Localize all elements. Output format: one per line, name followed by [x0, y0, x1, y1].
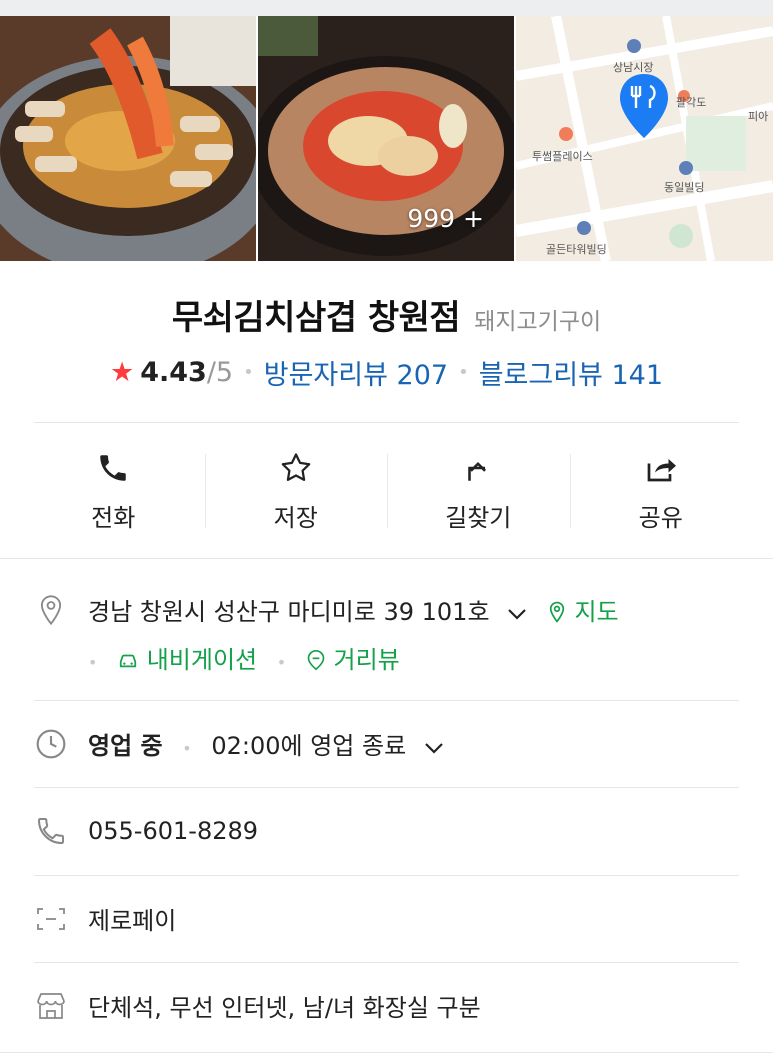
rating-row: ★ 4.43 /5 • 방문자리뷰 207 • 블로그리뷰 141: [0, 353, 773, 392]
scan-icon: [34, 902, 68, 936]
payment-row: 제로페이: [34, 901, 739, 936]
share-button[interactable]: 공유: [569, 440, 753, 540]
map-label-pia: 피아: [748, 110, 769, 123]
map-link[interactable]: 지도: [547, 598, 619, 626]
location-pin-icon: [34, 593, 68, 627]
map-label-market: 상남시장: [613, 61, 654, 74]
clock-icon: [34, 727, 68, 761]
map-label-palgakdo: 팔각도: [676, 96, 707, 109]
phone-number: 055-601-8289: [88, 817, 259, 845]
blog-reviews-link[interactable]: 블로그리뷰 141: [479, 353, 663, 392]
share-icon: [643, 446, 679, 490]
divider: [34, 962, 739, 963]
divider: [0, 558, 773, 559]
divider: [34, 787, 739, 788]
address-links-row: • 내비게이션 • 거리뷰: [88, 640, 773, 675]
share-label: 공유: [638, 504, 683, 532]
action-bar: 전화 저장 길찾기 공유: [22, 440, 752, 540]
separator-dot: •: [182, 739, 192, 758]
phone-outline-icon: [34, 814, 68, 848]
directions-label: 길찾기: [445, 504, 512, 532]
phone-row[interactable]: 055-601-8289: [34, 814, 739, 848]
divider: [34, 875, 739, 876]
store-icon: [34, 989, 68, 1023]
map-label-golden: 골든타워빌딩: [546, 243, 607, 256]
streetview-icon: [307, 649, 325, 671]
save-label: 저장: [273, 504, 318, 532]
directions-button[interactable]: 길찾기: [387, 440, 570, 540]
visitor-reviews-link[interactable]: 방문자리뷰 207: [264, 353, 448, 392]
separator-dot: •: [458, 362, 469, 383]
rating-star-icon: ★: [109, 357, 135, 388]
separator-dot: •: [243, 362, 254, 383]
food-photo-2[interactable]: 999 +: [258, 16, 514, 261]
map-label-tussem: 투썸플레이스: [532, 150, 593, 163]
food-photo-1[interactable]: [0, 16, 256, 261]
map-link-label: 지도: [574, 598, 619, 626]
navigation-link-label: 내비게이션: [146, 646, 258, 674]
amenities-row: 단체석, 무선 인터넷, 남/녀 화장실 구분: [34, 988, 739, 1023]
streetview-link[interactable]: 거리뷰: [306, 646, 400, 674]
hours-status: 영업 중: [88, 732, 163, 760]
rating-max: /5: [206, 357, 234, 388]
car-icon: [119, 654, 137, 668]
map-pin-icon: [549, 601, 564, 623]
hours-row[interactable]: 영업 중 • 02:00에 영업 종료: [34, 726, 739, 761]
place-category: 돼지고기구이: [474, 309, 602, 335]
photo-gallery: 999 + 상남시장 팔각도 피아 투썸플레이스 동일빌딩 골든타워빌딩: [0, 16, 773, 261]
save-button[interactable]: 저장: [204, 440, 388, 540]
location-map[interactable]: 상남시장 팔각도 피아 투썸플레이스 동일빌딩 골든타워빌딩: [516, 16, 773, 261]
map-label-dongil: 동일빌딩: [664, 181, 705, 194]
top-bar: [0, 0, 773, 16]
rating-score: 4.43: [140, 357, 207, 388]
call-label: 전화: [91, 504, 136, 532]
place-name: 무쇠김치삼겹 창원점: [171, 298, 461, 338]
navigation-link[interactable]: 내비게이션: [117, 646, 265, 674]
separator-dot: •: [88, 653, 98, 672]
star-outline-icon: [278, 446, 314, 490]
divider: [0, 1052, 773, 1053]
chevron-down-icon[interactable]: [507, 599, 527, 627]
streetview-link-label: 거리뷰: [333, 646, 400, 674]
chevron-down-icon[interactable]: [424, 733, 444, 761]
directions-icon: [461, 446, 495, 490]
call-button[interactable]: 전화: [22, 440, 205, 540]
place-header: 무쇠김치삼겹 창원점 돼지고기구이 ★ 4.43 /5 • 방문자리뷰 207 …: [0, 290, 773, 392]
photo-count-badge: 999 +: [407, 204, 484, 233]
payment-method: 제로페이: [88, 907, 177, 935]
divider: [34, 422, 739, 423]
amenities-text: 단체석, 무선 인터넷, 남/녀 화장실 구분: [88, 994, 481, 1022]
address-row[interactable]: 경남 창원시 성산구 마디미로 39 101호 지도: [34, 592, 739, 627]
divider: [34, 700, 739, 701]
phone-icon: [96, 446, 130, 490]
separator-dot: •: [276, 653, 287, 672]
hours-detail: 02:00에 영업 종료: [211, 732, 407, 760]
address-text: 경남 창원시 성산구 마디미로 39 101호: [88, 598, 490, 626]
